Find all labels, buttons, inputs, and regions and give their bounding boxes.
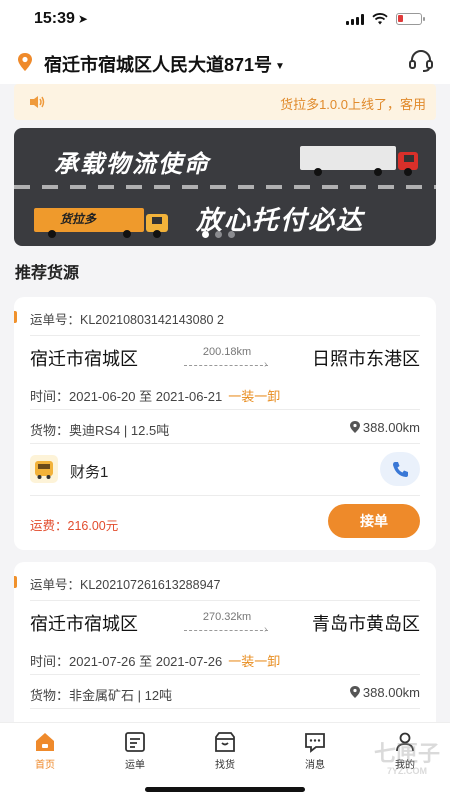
avatar — [30, 455, 58, 483]
freight-fee: 运费：216.00元 — [30, 519, 119, 533]
tab-label: 消息 — [305, 760, 325, 771]
waybill-accent — [14, 576, 17, 588]
waybill-number: 运单号：KL202107261613288947 — [30, 578, 221, 592]
header: 宿迁市宿城区人民大道871号 ▼ — [0, 40, 450, 84]
location-pin-icon — [349, 421, 360, 433]
watermark-logo: 七匣子 7YZ.COM — [373, 741, 440, 776]
distance-info: 388.00km — [349, 420, 420, 435]
load-mode: 一装一卸 — [228, 654, 281, 669]
location-text: 宿迁市宿城区人民大道871号 — [44, 55, 273, 75]
route-distance: 200.18km — [202, 346, 252, 358]
tab-home[interactable]: 首页 — [10, 731, 80, 771]
divider — [30, 708, 420, 709]
goods-info: 货物：非金属矿石 | 12吨 — [30, 688, 173, 703]
status-bar: 15:39 ➤ — [0, 0, 450, 40]
waybill-accent — [14, 311, 17, 323]
home-icon — [36, 733, 54, 751]
waybill-icon — [125, 732, 145, 752]
tab-waybill[interactable]: 运单 — [100, 731, 170, 771]
banner-slogan-top: 承载物流使命 — [54, 151, 210, 178]
cargo-card[interactable]: 运单号：KL202107261613288947 宿迁市宿城区 270.32km… — [14, 562, 436, 732]
load-mode: 一装一卸 — [228, 389, 281, 404]
bus-icon — [35, 461, 53, 479]
origin-city: 宿迁市宿城区 — [30, 349, 138, 369]
announcement-text: 货拉多1.0.0上线了，客用 — [280, 97, 426, 112]
battery-icon — [396, 13, 425, 25]
tab-find-cargo[interactable]: 找货 — [190, 731, 260, 771]
road-lines — [14, 185, 436, 189]
carousel-dot[interactable] — [202, 231, 209, 238]
box-icon — [215, 732, 235, 752]
route-distance: 270.32km — [202, 611, 252, 623]
location-selector[interactable]: 宿迁市宿城区人民大道871号 ▼ — [44, 51, 285, 77]
owner-name: 财务1 — [70, 464, 109, 481]
carousel-dot[interactable] — [215, 231, 222, 238]
distance-info: 388.00km — [349, 685, 420, 700]
time-range: 时间：2021-06-20 至 2021-06-21 一装一卸 — [30, 389, 281, 404]
message-icon — [305, 733, 325, 753]
divider — [30, 335, 420, 336]
origin-city: 宿迁市宿城区 — [30, 614, 138, 634]
caret-down-icon: ▼ — [275, 60, 285, 72]
location-arrow-icon: ➤ — [77, 12, 88, 26]
status-time: 15:39 ➤ — [34, 10, 88, 27]
divider — [30, 674, 420, 675]
tab-label: 找货 — [215, 760, 235, 771]
arrow-right-icon: › — [264, 624, 268, 635]
tab-label: 首页 — [35, 760, 55, 771]
call-button[interactable] — [380, 452, 420, 486]
accept-order-button[interactable]: 接单 — [328, 504, 420, 538]
speaker-icon — [30, 96, 45, 108]
phone-icon — [393, 462, 408, 477]
divider — [30, 443, 420, 444]
route-line — [184, 365, 268, 366]
location-pin-icon — [18, 53, 32, 71]
status-icons — [346, 13, 425, 25]
signal-icon — [346, 13, 364, 25]
section-title: 推荐货源 — [15, 265, 80, 282]
tab-label: 运单 — [125, 760, 145, 771]
cargo-card[interactable]: 运单号：KL20210803142143080 2 宿迁市宿城区 200.18k… — [14, 297, 436, 550]
wifi-icon — [372, 13, 388, 25]
home-indicator[interactable] — [145, 787, 305, 792]
divider — [30, 409, 420, 410]
location-pin-icon — [349, 686, 360, 698]
arrow-right-icon: › — [264, 359, 268, 370]
customer-service-icon[interactable] — [408, 49, 434, 73]
route-line — [184, 630, 268, 631]
promo-banner[interactable]: 承载物流使命 货拉多 放心托付必达 — [14, 128, 436, 246]
truck-icon — [34, 208, 168, 238]
divider — [30, 600, 420, 601]
destination-city: 日照市东港区 — [312, 349, 420, 369]
carousel-dot[interactable] — [228, 231, 235, 238]
truck-icon — [300, 146, 418, 176]
waybill-number: 运单号：KL20210803142143080 2 — [30, 313, 224, 327]
tab-messages[interactable]: 消息 — [280, 731, 350, 771]
goods-info: 货物：奥迪RS4 | 12.5吨 — [30, 423, 170, 438]
time-range: 时间：2021-07-26 至 2021-07-26 一装一卸 — [30, 654, 281, 669]
divider — [30, 495, 420, 496]
announcement-bar[interactable]: 货拉多1.0.0上线了，客用 — [14, 84, 436, 120]
carousel-dots — [202, 231, 235, 238]
destination-city: 青岛市黄岛区 — [312, 614, 420, 634]
truck-brand-label: 货拉多 — [60, 212, 97, 226]
